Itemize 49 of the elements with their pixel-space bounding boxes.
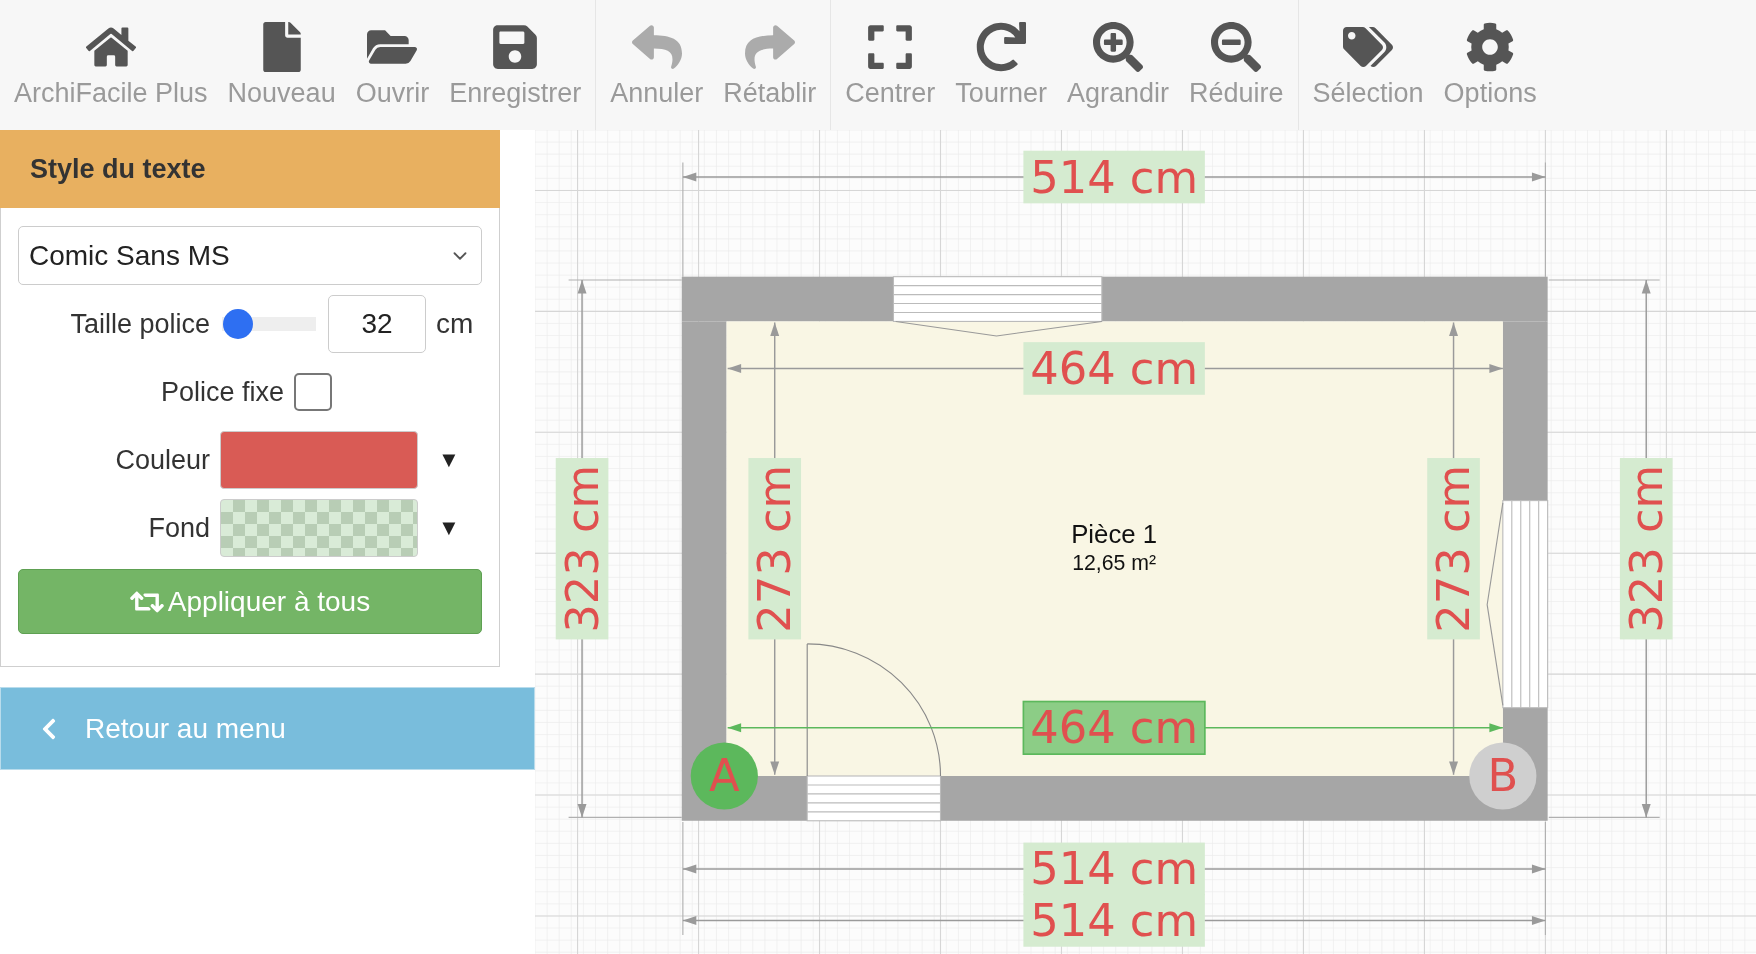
toolbar-button[interactable]: Centrer — [835, 0, 946, 130]
dropdown-arrow[interactable]: ▼ — [438, 515, 460, 541]
toolbar-button[interactable]: Agrandir — [1056, 0, 1179, 130]
settings-icon — [1465, 21, 1516, 72]
apply-all-button[interactable]: Appliquer à tous — [18, 569, 482, 634]
toolbar-button[interactable]: ArchiFacile Plus — [4, 0, 218, 130]
wall[interactable] — [1502, 321, 1548, 501]
background-swatch[interactable] — [220, 499, 418, 557]
dropdown-arrow[interactable]: ▼ — [438, 447, 460, 473]
dimension-label[interactable]: 514 cm — [1023, 150, 1205, 204]
dimension-label[interactable]: 273 cm — [748, 458, 802, 640]
toolbar-button[interactable]: Tourner — [945, 0, 1057, 130]
font-size-field[interactable]: 32 — [328, 295, 426, 353]
font-select[interactable]: Comic Sans MS — [18, 226, 482, 285]
toolbar-button[interactable]: Nouveau — [217, 0, 346, 130]
fixed-font-checkbox[interactable] — [294, 373, 332, 411]
field-label: Couleur — [114, 444, 210, 476]
room-name: Pièce 1 — [1071, 520, 1158, 549]
back-to-menu-button[interactable]: Retour au menu — [0, 687, 535, 770]
window[interactable] — [1486, 500, 1549, 709]
wall[interactable] — [1101, 276, 1548, 322]
dimension-label[interactable]: 464 cm — [1022, 700, 1206, 755]
slider-thumb[interactable] — [223, 309, 254, 339]
dimension-label[interactable]: 323 cm — [555, 458, 609, 640]
unit-label: cm — [436, 308, 474, 340]
door[interactable] — [806, 643, 942, 822]
field-label: Taille police — [69, 308, 210, 340]
zoom-in-icon — [1092, 21, 1143, 72]
dimension-label[interactable]: 514 cm — [1023, 893, 1205, 947]
window[interactable] — [892, 276, 1103, 337]
zoom-out-icon — [1211, 21, 1262, 72]
toolbar-button[interactable]: Ouvrir — [345, 0, 440, 130]
rotate-icon — [976, 21, 1027, 72]
toolbar-button[interactable]: Enregistrer — [439, 0, 592, 130]
dimension-label[interactable]: 273 cm — [1427, 458, 1481, 640]
dimension-label[interactable]: 514 cm — [1023, 842, 1205, 896]
panel-title: Style du texte — [30, 153, 206, 185]
wall[interactable] — [681, 276, 894, 322]
dimension-label[interactable]: 464 cm — [1023, 341, 1205, 395]
corner-point[interactable]: A — [690, 742, 758, 810]
color-swatch[interactable] — [220, 431, 418, 489]
toolbar-button[interactable]: Réduire — [1178, 0, 1294, 130]
toolbar-button[interactable]: Options — [1433, 0, 1547, 130]
toolbar-button[interactable]: Sélection — [1302, 0, 1434, 130]
field-label: Fond — [147, 512, 210, 544]
corner-point[interactable]: B — [1469, 742, 1537, 810]
room-area: 12,65 m² — [1072, 551, 1157, 576]
dimension-label[interactable]: 323 cm — [1619, 458, 1673, 640]
field-label: Police fixe — [159, 376, 284, 408]
